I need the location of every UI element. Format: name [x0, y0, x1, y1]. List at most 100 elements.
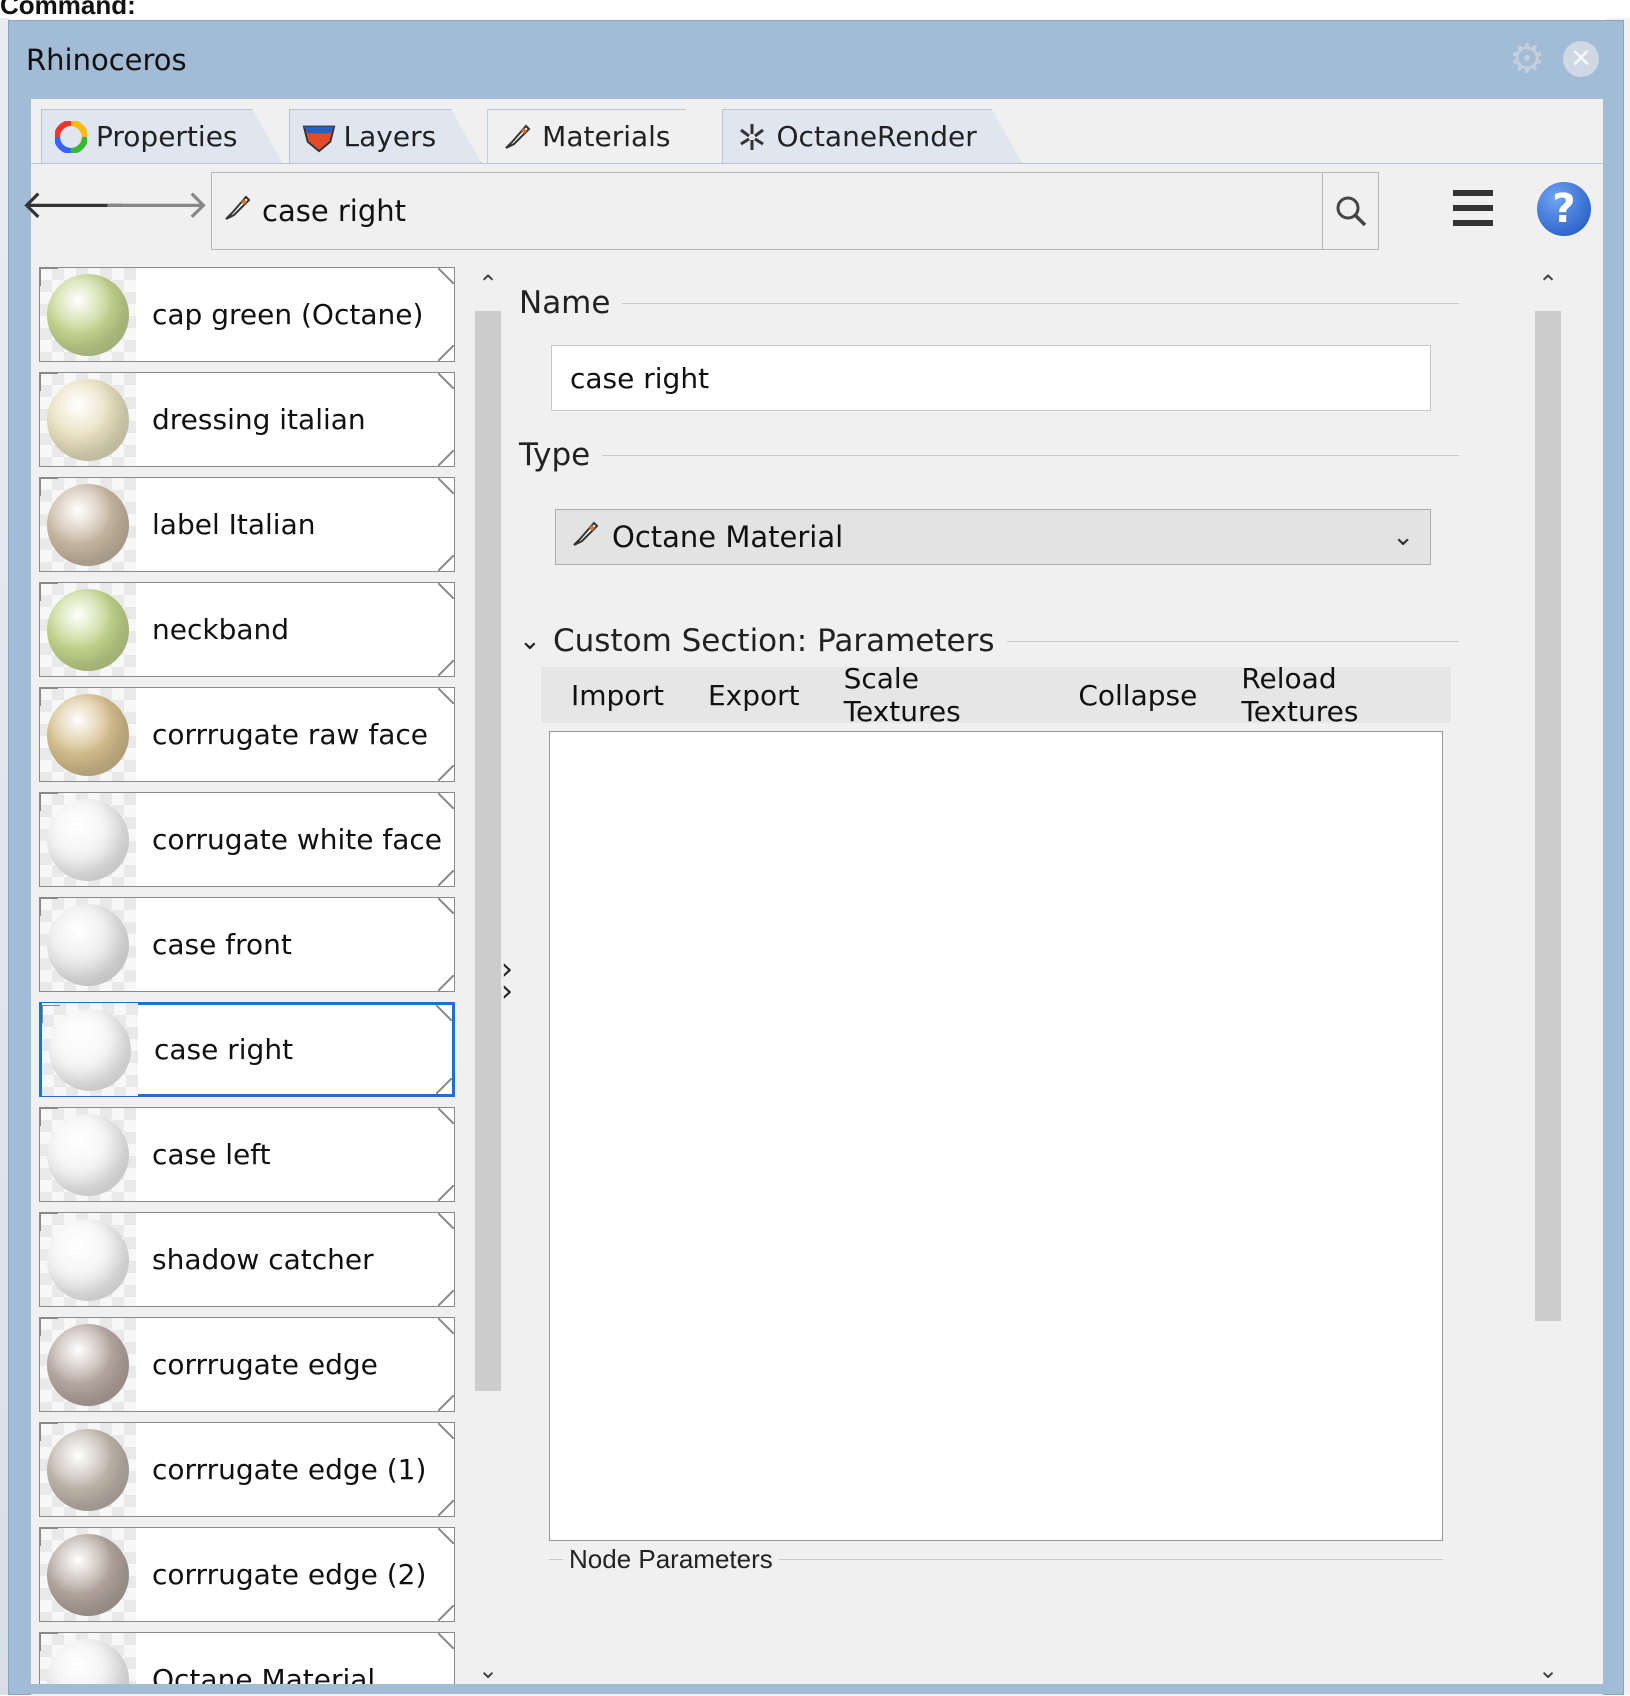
material-preview-sphere	[47, 273, 129, 356]
scrollbar-thumb[interactable]	[1535, 311, 1561, 1321]
custom-section-header[interactable]: ⌄ Custom Section: Parameters	[519, 623, 1459, 659]
layers-icon	[302, 120, 336, 154]
material-list-item[interactable]: corrugate white face	[39, 792, 455, 887]
item-corner-mark	[40, 373, 58, 391]
export-button[interactable]: Export	[708, 679, 800, 712]
item-resize-grip	[436, 1078, 452, 1094]
name-legend: Name	[519, 285, 611, 321]
close-icon[interactable]: ✕	[1563, 41, 1599, 77]
item-corner-mark	[40, 898, 58, 916]
material-preview-sphere	[47, 798, 129, 881]
search-icon[interactable]	[1322, 173, 1378, 249]
material-list-item[interactable]: corrrugate edge	[39, 1317, 455, 1412]
material-list-item-label: neckband	[152, 613, 290, 646]
node-editor-canvas[interactable]	[549, 731, 1443, 1541]
octane-icon	[735, 120, 769, 154]
item-corner-mark	[40, 1528, 58, 1546]
material-list-item-label: cap green (Octane)	[152, 298, 424, 331]
material-list-item[interactable]: label Italian	[39, 477, 455, 572]
material-preview-sphere	[47, 1218, 129, 1301]
item-corner-mark	[40, 1423, 58, 1441]
material-list-item[interactable]: cap green (Octane)	[39, 267, 455, 362]
material-list-item[interactable]: dressing italian	[39, 372, 455, 467]
tab-layers[interactable]: Layers	[289, 109, 482, 163]
material-list-item[interactable]: Octane Material	[39, 1632, 455, 1687]
item-corner-mark	[438, 898, 454, 914]
collapse-chevron-icon[interactable]: ⌄	[519, 626, 553, 656]
material-list-item-label: corrrugate edge (1)	[152, 1453, 427, 1486]
material-list-item[interactable]: case front	[39, 897, 455, 992]
command-line-label: Command:	[0, 0, 136, 20]
tab-properties[interactable]: Properties	[41, 109, 283, 163]
panel-splitter-icon[interactable]: › ›	[501, 955, 513, 1007]
rhino-panel-window: Rhinoceros ⚙ ✕ Properties Layers Materia…	[8, 20, 1624, 1696]
tab-materials[interactable]: Materials	[487, 109, 715, 163]
material-list-item[interactable]: case left	[39, 1107, 455, 1202]
back-arrow-icon[interactable]: 🡐	[20, 178, 127, 228]
item-corner-mark	[438, 1423, 454, 1439]
item-corner-mark	[436, 1005, 452, 1021]
item-corner-mark	[438, 373, 454, 389]
item-resize-grip	[438, 450, 454, 466]
tab-octanerender[interactable]: OctaneRender	[722, 109, 1022, 163]
node-parameters-legend: Node Parameters	[563, 1544, 779, 1575]
tab-strip: Properties Layers Materials OctaneRender	[41, 109, 1028, 163]
material-list-item[interactable]: corrrugate edge (1)	[39, 1422, 455, 1517]
item-corner-mark	[438, 793, 454, 809]
scale-textures-button[interactable]: Scale Textures	[844, 662, 1035, 728]
material-name-value: case right	[570, 361, 710, 395]
material-breadcrumb-field[interactable]: case right	[211, 172, 1379, 250]
name-group: Name	[519, 285, 1459, 321]
collapse-button[interactable]: Collapse	[1078, 679, 1197, 712]
scroll-up-icon[interactable]: ⌃	[1531, 267, 1565, 301]
scrollbar-thumb[interactable]	[475, 311, 501, 1391]
item-resize-grip	[438, 1500, 454, 1516]
help-icon[interactable]: ?	[1537, 182, 1591, 236]
material-list: cap green (Octane) dressing italian label …	[39, 267, 459, 1687]
material-list-item-label: corrrugate raw face	[152, 718, 428, 751]
item-corner-mark	[40, 478, 58, 496]
color-wheel-icon	[54, 120, 88, 154]
material-preview-sphere	[47, 1323, 129, 1406]
material-list-item-label: label Italian	[152, 508, 316, 541]
material-name-input[interactable]: case right	[551, 345, 1431, 411]
item-corner-mark	[40, 1108, 58, 1126]
editor-scrollbar[interactable]: ⌃ ⌄	[1531, 267, 1565, 1687]
item-corner-mark	[438, 478, 454, 494]
material-list-item[interactable]: corrrugate raw face	[39, 687, 455, 782]
current-material-name: case right	[262, 194, 407, 228]
window-bottom-border	[9, 1684, 1623, 1694]
item-corner-mark	[438, 1213, 454, 1229]
item-corner-mark	[438, 1633, 454, 1649]
type-legend: Type	[519, 437, 591, 473]
material-editor-panel: Name case right Type Octane Material ⌄ ⌄…	[519, 267, 1529, 1687]
material-list-item-label: case right	[154, 1033, 294, 1066]
material-list-item[interactable]: corrrugate edge (2)	[39, 1527, 455, 1622]
scroll-up-icon[interactable]: ⌃	[471, 267, 505, 301]
reload-textures-button[interactable]: Reload Textures	[1241, 662, 1451, 728]
hamburger-menu-icon[interactable]	[1451, 186, 1495, 230]
node-parameters-group: Node Parameters	[549, 1544, 1443, 1599]
material-list-item-label: corrugate white face	[152, 823, 443, 856]
item-resize-grip	[438, 1185, 454, 1201]
panel-body: Properties Layers Materials OctaneRender…	[20, 99, 1603, 1696]
item-corner-mark	[42, 1005, 60, 1023]
item-corner-mark	[40, 793, 58, 811]
scroll-down-icon[interactable]: ⌄	[1531, 1653, 1565, 1687]
material-list-item-label: case left	[152, 1138, 271, 1171]
material-list-item[interactable]: shadow catcher	[39, 1212, 455, 1307]
window-titlebar[interactable]: Rhinoceros ⚙ ✕	[9, 21, 1623, 99]
material-preview-sphere	[49, 1008, 131, 1091]
material-list-item[interactable]: case right	[39, 1002, 455, 1097]
material-list-scrollbar[interactable]: ⌃ ⌄	[471, 267, 505, 1687]
import-button[interactable]: Import	[571, 679, 664, 712]
material-list-item[interactable]: neckband	[39, 582, 455, 677]
item-corner-mark	[40, 268, 58, 286]
material-type-value: Octane Material	[612, 520, 844, 554]
forward-arrow-icon[interactable]: 🡒	[102, 178, 209, 228]
settings-gear-icon[interactable]: ⚙	[1509, 36, 1545, 82]
material-list-item-label: shadow catcher	[152, 1243, 374, 1276]
material-type-dropdown[interactable]: Octane Material ⌄	[555, 509, 1431, 565]
scroll-down-icon[interactable]: ⌄	[471, 1653, 505, 1687]
item-corner-mark	[40, 583, 58, 601]
